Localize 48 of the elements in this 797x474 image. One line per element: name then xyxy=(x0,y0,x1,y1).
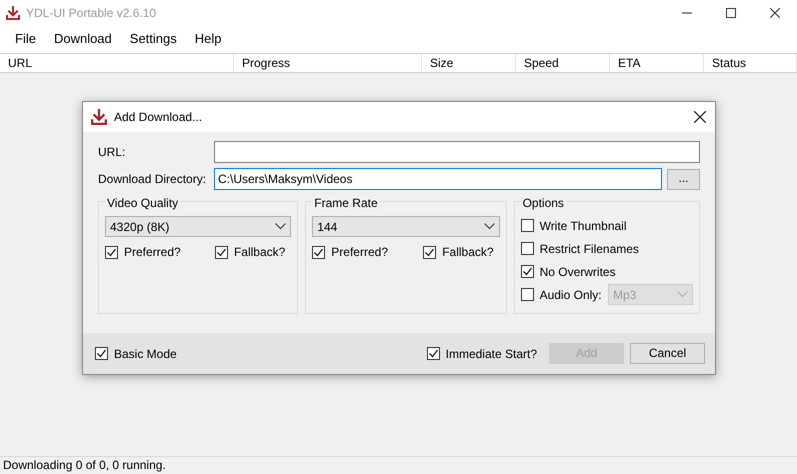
menu-item[interactable]: File xyxy=(6,29,45,49)
dialog-title: Add Download... xyxy=(114,109,202,126)
checkbox-label: Basic Mode xyxy=(114,346,177,362)
column-header[interactable]: Progress xyxy=(234,54,422,72)
directory-field[interactable]: C:\Users\Maksym\Videos xyxy=(214,168,662,190)
status-text: Downloading 0 of 0, 0 running. xyxy=(0,456,797,474)
dropdown[interactable]: 144 xyxy=(312,216,500,237)
checkbox-label: Restrict Filenames xyxy=(540,240,639,258)
download-icon xyxy=(6,6,20,20)
browse-button[interactable]: ... xyxy=(667,168,700,190)
caret-icon xyxy=(275,223,286,230)
checkbox-label: Preferred? xyxy=(124,244,181,261)
checkbox[interactable] xyxy=(423,246,436,258)
column-header[interactable]: Status xyxy=(704,54,797,72)
caret-icon xyxy=(677,291,688,298)
checkbox[interactable] xyxy=(520,265,534,278)
checkbox-label: Immediate Start? xyxy=(446,346,537,362)
checkbox[interactable] xyxy=(520,242,534,255)
caret-icon xyxy=(484,223,495,230)
menu-item[interactable]: Help xyxy=(186,29,231,49)
checkbox[interactable] xyxy=(312,246,326,258)
dialog-button[interactable]: Cancel xyxy=(630,343,705,364)
checkbox-label: Fallback? xyxy=(234,244,286,261)
column-header[interactable]: ETA xyxy=(610,54,704,72)
dropdown[interactable]: 4320p (8K) xyxy=(105,216,292,237)
field-label: URL: xyxy=(98,144,126,161)
download-icon xyxy=(91,109,107,125)
checkbox[interactable] xyxy=(95,347,108,360)
column-header[interactable]: Speed xyxy=(516,54,610,72)
checkbox-label: Write Thumbnail xyxy=(540,218,627,234)
column-header[interactable]: URL xyxy=(0,54,234,72)
menu-item[interactable]: Settings xyxy=(120,29,186,49)
menu-item[interactable]: Download xyxy=(44,29,121,49)
checkbox[interactable] xyxy=(105,246,118,258)
column-header[interactable]: Size xyxy=(422,54,516,72)
checkbox-label: Preferred? xyxy=(331,244,388,261)
checkbox-label: No Overwrites xyxy=(540,264,616,280)
field-label: Download Directory: xyxy=(98,171,208,188)
close-icon xyxy=(770,8,780,18)
checkbox[interactable] xyxy=(426,347,440,360)
checkbox-label: Audio Only: xyxy=(540,286,602,304)
checkbox-label: Fallback? xyxy=(442,244,494,261)
checkbox[interactable] xyxy=(214,246,228,258)
maximize-icon xyxy=(726,8,736,18)
url-field[interactable] xyxy=(214,141,700,163)
close-icon xyxy=(694,111,706,123)
window-title: YDL-UI Portable v2.6.10 xyxy=(26,4,156,22)
checkbox[interactable] xyxy=(520,219,534,232)
